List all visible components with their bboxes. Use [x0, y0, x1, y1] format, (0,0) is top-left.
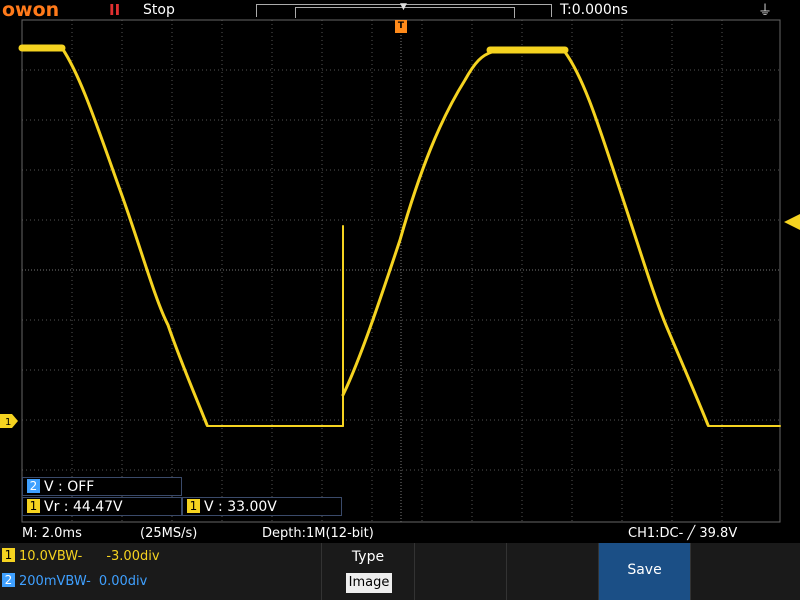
trigger-position-marker: T — [395, 20, 407, 33]
graticule-center-axes — [22, 20, 780, 522]
trigger-level-marker[interactable] — [784, 214, 800, 230]
type-menu-button[interactable]: Type Image — [321, 543, 414, 600]
ch1-offset: -3.00div — [106, 549, 160, 564]
menu-slot-3[interactable] — [414, 543, 506, 600]
ch1-scale: 10.0V — [19, 549, 57, 564]
ch1-settings[interactable]: 1 10.0VBW- -3.00div — [2, 548, 160, 564]
channel-badge: 1 — [2, 548, 15, 562]
measurement-ch1-vr: 1 Vr : 44.47V — [22, 497, 182, 516]
save-button[interactable]: Save — [598, 543, 690, 600]
menu-slot-4[interactable] — [506, 543, 598, 600]
ch2-scale: 200mV — [19, 574, 66, 589]
acquisition-info-bar: M: 2.0ms (25MS/s) Depth:1M(12-bit) CH1:D… — [0, 525, 800, 543]
save-label: Save — [627, 562, 662, 578]
type-label: Type — [351, 549, 385, 565]
waveform-display[interactable] — [0, 0, 800, 525]
trigger-status: CH1:DC- ╱ 39.8V — [628, 526, 738, 541]
type-value: Image — [346, 573, 392, 593]
channel-badge: 2 — [27, 479, 40, 493]
measurement-value: V : OFF — [44, 479, 95, 495]
ch2-settings[interactable]: 2 200mVBW- 0.00div — [2, 573, 147, 589]
timebase: M: 2.0ms — [22, 526, 82, 541]
channel-badge: 1 — [27, 499, 40, 513]
measurement-value: V : 33.00V — [204, 499, 277, 515]
ch2-offset: 0.00div — [98, 574, 148, 589]
channel-badge: 1 — [187, 499, 200, 513]
ch2-bw: BW- — [65, 574, 91, 589]
measurement-value: Vr : 44.47V — [44, 499, 123, 515]
bottom-menu: 1 10.0VBW- -3.00div 2 200mVBW- 0.00div Type … — [0, 543, 800, 600]
svg-text:1: 1 — [5, 417, 11, 428]
measurement-ch1-v: 1 V : 33.00V — [182, 497, 342, 516]
measurement-ch2-v: 2 V : OFF — [22, 477, 182, 496]
ch1-ground-marker[interactable]: 1 — [0, 414, 18, 428]
sample-rate: (25MS/s) — [140, 526, 198, 541]
ch1-bw: BW- — [56, 549, 83, 564]
channel-badge: 2 — [2, 573, 15, 587]
menu-slot-6[interactable] — [690, 543, 800, 600]
memory-depth: Depth:1M(12-bit) — [262, 526, 374, 541]
